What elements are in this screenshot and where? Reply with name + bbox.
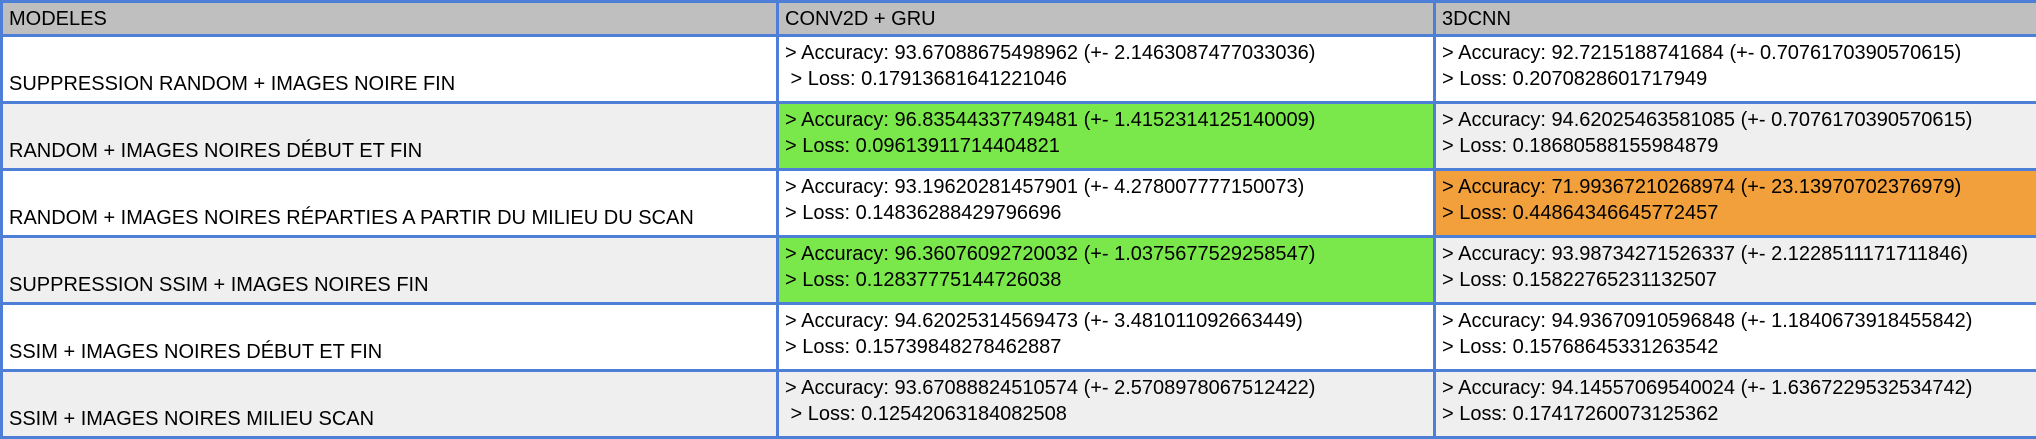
model-name-cell: SSIM + IMAGES NOIRES MILIEU SCAN: [3, 372, 776, 436]
accuracy-text: > Accuracy: 93.67088824510574 (+- 2.5708…: [785, 377, 1316, 399]
table-row: SUPPRESSION SSIM + IMAGES NOIRES FIN > A…: [3, 238, 2036, 302]
loss-text: > Loss: 0.12837775144726038: [785, 269, 1062, 291]
loss-text: > Loss: 0.15768645331263542: [1442, 336, 1719, 358]
model-name-cell: SUPPRESSION SSIM + IMAGES NOIRES FIN: [3, 238, 776, 302]
loss-text: > Loss: 0.44864346645772457: [1442, 202, 1719, 224]
conv2d-gru-result-cell: > Accuracy: 93.67088675498962 (+- 2.1463…: [779, 37, 1433, 101]
table-row: RANDOM + IMAGES NOIRES RÉPARTIES A PARTI…: [3, 171, 2036, 235]
conv2d-gru-result-cell: > Accuracy: 96.83544337749481 (+- 1.4152…: [779, 104, 1433, 168]
results-table: MODELES CONV2D + GRU 3DCNN SUPPRESSION R…: [0, 0, 2036, 439]
loss-text: > Loss: 0.15822765231132507: [1442, 269, 1717, 291]
loss-text: > Loss: 0.18680588155984879: [1442, 135, 1719, 157]
header-conv2d-gru: CONV2D + GRU: [779, 3, 1433, 34]
loss-text: > Loss: 0.15739848278462887: [785, 336, 1062, 358]
conv2d-gru-result-cell: > Accuracy: 96.36076092720032 (+- 1.0375…: [779, 238, 1433, 302]
accuracy-text: > Accuracy: 94.93670910596848 (+- 1.1840…: [1442, 310, 1973, 332]
3dcnn-result-cell: > Accuracy: 92.7215188741684 (+- 0.70761…: [1436, 37, 2036, 101]
3dcnn-result-cell: > Accuracy: 94.93670910596848 (+- 1.1840…: [1436, 305, 2036, 369]
conv2d-gru-result-cell: > Accuracy: 93.67088824510574 (+- 2.5708…: [779, 372, 1433, 436]
loss-text: > Loss: 0.2070828601717949: [1442, 68, 1708, 90]
accuracy-text: > Accuracy: 96.83544337749481 (+- 1.4152…: [785, 109, 1316, 131]
3dcnn-result-cell: > Accuracy: 94.62025463581085 (+- 0.7076…: [1436, 104, 2036, 168]
model-name-cell: RANDOM + IMAGES NOIRES DÉBUT ET FIN: [3, 104, 776, 168]
model-name-cell: SSIM + IMAGES NOIRES DÉBUT ET FIN: [3, 305, 776, 369]
3dcnn-result-cell: > Accuracy: 71.99367210268974 (+- 23.139…: [1436, 171, 2036, 235]
loss-text: > Loss: 0.14836288429796696: [785, 202, 1062, 224]
accuracy-text: > Accuracy: 93.67088675498962 (+- 2.1463…: [785, 42, 1316, 64]
loss-text: > Loss: 0.17417260073125362: [1442, 403, 1719, 425]
conv2d-gru-result-cell: > Accuracy: 94.62025314569473 (+- 3.4810…: [779, 305, 1433, 369]
header-row: MODELES CONV2D + GRU 3DCNN: [3, 3, 2036, 34]
model-name-cell: RANDOM + IMAGES NOIRES RÉPARTIES A PARTI…: [3, 171, 776, 235]
3dcnn-result-cell: > Accuracy: 94.14557069540024 (+- 1.6367…: [1436, 372, 2036, 436]
loss-text: > Loss: 0.09613911714404821: [785, 135, 1060, 157]
model-name-cell: SUPPRESSION RANDOM + IMAGES NOIRE FIN: [3, 37, 776, 101]
table-row: RANDOM + IMAGES NOIRES DÉBUT ET FIN > Ac…: [3, 104, 2036, 168]
loss-text: > Loss: 0.12542063184082508: [785, 403, 1067, 425]
results-table-container: MODELES CONV2D + GRU 3DCNN SUPPRESSION R…: [0, 0, 2036, 439]
loss-text: > Loss: 0.17913681641221046: [785, 68, 1067, 90]
accuracy-text: > Accuracy: 92.7215188741684 (+- 0.70761…: [1442, 42, 1962, 64]
accuracy-text: > Accuracy: 93.98734271526337 (+- 2.1228…: [1442, 243, 1968, 265]
accuracy-text: > Accuracy: 93.19620281457901 (+- 4.2780…: [785, 176, 1305, 198]
header-models: MODELES: [3, 3, 776, 34]
3dcnn-result-cell: > Accuracy: 93.98734271526337 (+- 2.1228…: [1436, 238, 2036, 302]
accuracy-text: > Accuracy: 94.14557069540024 (+- 1.6367…: [1442, 377, 1973, 399]
accuracy-text: > Accuracy: 96.36076092720032 (+- 1.0375…: [785, 243, 1316, 265]
accuracy-text: > Accuracy: 94.62025463581085 (+- 0.7076…: [1442, 109, 1973, 131]
header-3dcnn: 3DCNN: [1436, 3, 2036, 34]
table-row: SSIM + IMAGES NOIRES MILIEU SCAN > Accur…: [3, 372, 2036, 436]
table-row: SSIM + IMAGES NOIRES DÉBUT ET FIN > Accu…: [3, 305, 2036, 369]
conv2d-gru-result-cell: > Accuracy: 93.19620281457901 (+- 4.2780…: [779, 171, 1433, 235]
table-row: SUPPRESSION RANDOM + IMAGES NOIRE FIN > …: [3, 37, 2036, 101]
accuracy-text: > Accuracy: 94.62025314569473 (+- 3.4810…: [785, 310, 1303, 332]
accuracy-text: > Accuracy: 71.99367210268974 (+- 23.139…: [1442, 176, 1962, 198]
